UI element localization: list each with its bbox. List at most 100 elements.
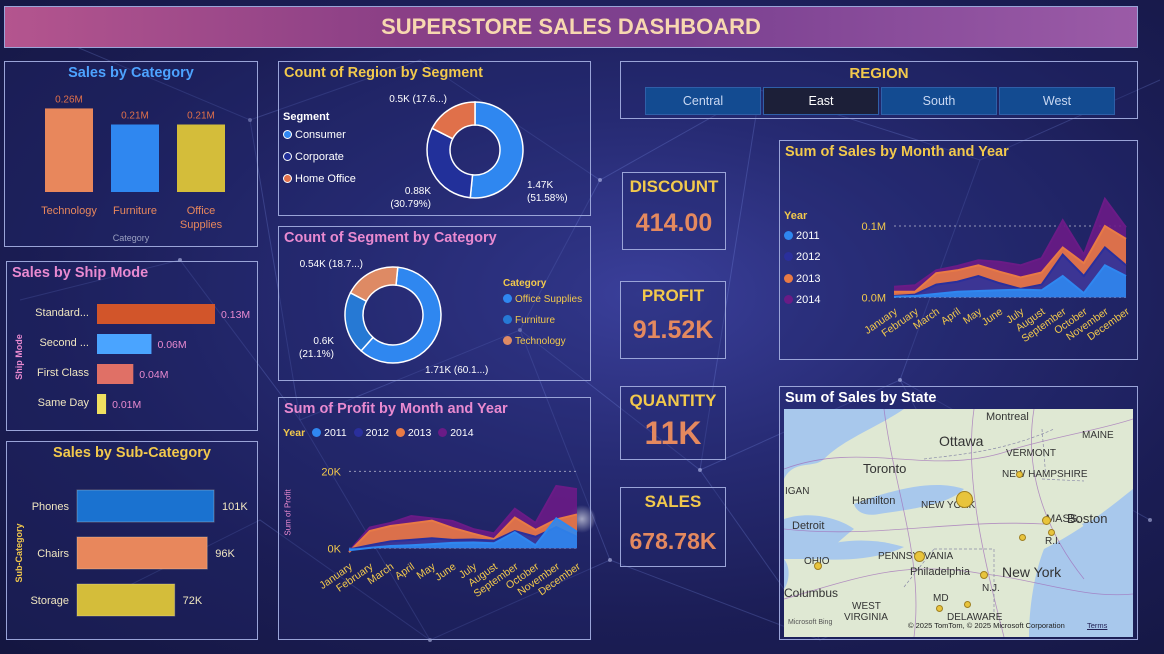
map-label-new-york-city: New York — [1002, 564, 1062, 580]
region-option-central[interactable]: Central — [645, 87, 761, 115]
tick-office-supplies-0: Office — [187, 205, 216, 217]
map-bubble-new-jersey[interactable] — [980, 571, 988, 579]
map-bubble-new-york[interactable] — [956, 491, 973, 508]
sub-category-panel[interactable]: Sales by Sub-Category Sub-Category Phone… — [6, 441, 258, 640]
map-bubble-maryland[interactable] — [936, 605, 943, 612]
profit-area-chart: 20K0KJanuaryFebruaryMarchAprilMayJuneJul… — [317, 466, 583, 600]
map-label-ri: R.I. — [1045, 536, 1061, 547]
kpi-sales: SALES 678.78K — [620, 487, 726, 567]
slice-label-furniture-1: (21.1%) — [299, 349, 334, 360]
map-label-west: WEST — [852, 601, 881, 612]
tick-furniture-0: Furniture — [113, 205, 157, 217]
sales-area-chart: 0.1M0.0MJanuaryFebruaryMarchAprilMayJune… — [862, 196, 1132, 345]
tick-technology-0: Technology — [41, 205, 97, 217]
map-bubble-massachusetts[interactable] — [1042, 516, 1051, 525]
region-by-segment-title: Count of Region by Segment — [284, 65, 483, 81]
ship-tick-3: Same Day — [38, 397, 90, 409]
profit-legend-2012-label: 2012 — [365, 427, 389, 439]
xtick-may: May — [961, 305, 985, 327]
ship-mode-panel[interactable]: Sales by Ship Mode Ship Mode Standard...… — [6, 261, 258, 431]
region-option-south[interactable]: South — [881, 87, 997, 115]
profit-legend-2014[interactable]: 2014 — [438, 427, 474, 439]
region-option-east[interactable]: East — [763, 87, 879, 115]
slice-consumer — [469, 101, 524, 199]
sub-bar-chairs — [76, 536, 208, 570]
region-option-west[interactable]: West — [999, 87, 1115, 115]
profit-legend-dot-2012 — [353, 428, 363, 437]
ship-bar-1 — [97, 334, 152, 354]
region-title: REGION — [849, 65, 909, 82]
ytick-0: 0.1M — [862, 221, 886, 233]
xtick-april: April — [939, 306, 963, 328]
bar-furniture — [111, 124, 159, 192]
xtick-june: June — [980, 306, 1006, 329]
ship-label-0: 0.13M — [221, 309, 250, 321]
sales-chart-panel[interactable]: Sum of Sales by Month and Year Year 2011… — [779, 140, 1138, 360]
map-bubble-vermont[interactable] — [1016, 471, 1023, 478]
map-bubble-rhode-island[interactable] — [1048, 529, 1055, 536]
map-label-vermont: VERMONT — [1006, 448, 1056, 459]
bar-technology — [45, 108, 93, 192]
kpi-quantity-value: 11K — [644, 415, 702, 451]
ship-bar-0 — [97, 304, 215, 324]
sub-label-chairs: 96K — [215, 548, 235, 560]
bar-label-technology: 0.26M — [55, 94, 83, 105]
sub-category-title: Sales by Sub-Category — [53, 445, 211, 461]
ship-tick-1: Second ... — [39, 337, 89, 349]
slice-label-corporate-1: (30.79%) — [390, 199, 431, 210]
segment-by-category-donut: 1.71K (60.1...) 0.6K (21.1%) 0.54K (18.7...… — [299, 259, 488, 376]
sub-tick-phones: Phones — [32, 501, 70, 513]
ship-tick-2: First Class — [37, 367, 89, 379]
slice-corporate — [426, 127, 474, 199]
ship-mode-chart: Standard... 0.13M Second ... 0.06M First Cla… — [35, 304, 250, 414]
slice-technology — [349, 266, 399, 303]
segment-by-category-panel[interactable]: Count of Segment by Category Category Of… — [278, 226, 591, 381]
xtick-april: April — [393, 561, 417, 583]
slice-label-consumer-0: 1.47K — [527, 180, 553, 191]
profit-legend-2011[interactable]: 2011 — [312, 427, 347, 439]
bing-logo: Microsoft Bing — [788, 619, 833, 626]
region-by-segment-panel[interactable]: Count of Region by Segment Segment Consu… — [278, 61, 591, 216]
bar-office-supplies — [177, 124, 225, 192]
map-label-columbus: Columbus — [784, 586, 839, 600]
ytick-1: 0.0M — [862, 292, 886, 304]
map-label-nj: N.J. — [982, 583, 1000, 594]
profit-legend: Year 2011 2012 2013 2014 — [283, 427, 474, 439]
map-label-maine: MAINE — [1082, 430, 1114, 441]
ship-tick-0: Standard... — [35, 307, 89, 319]
map-terms-link[interactable]: Terms — [1087, 621, 1107, 630]
slice-label-furniture-0: 0.6K — [313, 336, 334, 347]
map-label-boston: Boston — [1067, 511, 1108, 526]
profit-legend-title: Year — [283, 427, 306, 439]
bar-label-office-supplies: 0.21M — [187, 111, 215, 122]
kpi-sales-value: 678.78K — [629, 528, 717, 554]
sub-tick-chairs: Chairs — [37, 548, 69, 560]
sales-by-category-panel[interactable]: Sales by Category 0.26M Technology 0.21M Fu… — [4, 61, 258, 247]
sub-bar-phones — [76, 489, 215, 523]
ytick-0: 20K — [321, 466, 341, 478]
map-label-igan: IGAN — [785, 486, 810, 497]
map-bubble-ohio[interactable] — [814, 562, 822, 570]
map-bubble-delaware[interactable] — [964, 601, 971, 608]
segment-by-category-title: Count of Segment by Category — [284, 230, 497, 246]
dashboard-title: SUPERSTORE SALES DASHBOARD — [381, 14, 761, 39]
slice-label-technology-0: 0.54K (18.7...) — [300, 259, 363, 270]
ytick-1: 0K — [328, 543, 342, 555]
xtick-june: June — [433, 561, 459, 584]
profit-chart-panel[interactable]: Sum of Profit by Month and Year Year 201… — [278, 397, 591, 640]
bar-label-furniture: 0.21M — [121, 111, 149, 122]
profit-legend-2012[interactable]: 2012 — [353, 427, 389, 439]
kpi-discount-value: 414.00 — [635, 209, 713, 237]
profit-legend-2013[interactable]: 2013 — [395, 427, 431, 439]
map-label-hamilton: Hamilton — [852, 495, 896, 507]
ship-label-2: 0.04M — [139, 369, 168, 381]
map-bubble-pennsylvania[interactable] — [914, 551, 925, 562]
map-label-ottawa: Ottawa — [939, 433, 984, 449]
sales-chart-title: Sum of Sales by Month and Year — [785, 144, 1009, 160]
profit-chart-title: Sum of Profit by Month and Year — [284, 401, 508, 417]
tick-office-supplies-1: Supplies — [180, 219, 223, 231]
map-bubble-connecticut[interactable] — [1019, 534, 1026, 541]
map-panel[interactable]: Sum of Sales by State Montreal Ottawa MA… — [779, 386, 1138, 640]
region-slicer[interactable]: REGION Central East South West — [620, 61, 1138, 119]
sub-tick-storage: Storage — [30, 595, 69, 607]
